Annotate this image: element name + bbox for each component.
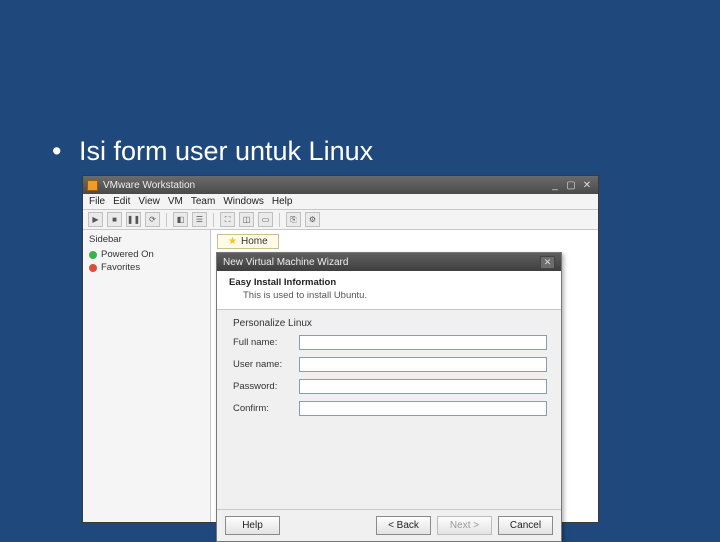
wizard-title: New Virtual Machine Wizard xyxy=(223,257,540,268)
user-name-input[interactable] xyxy=(299,357,547,372)
tab-home[interactable]: ★ Home xyxy=(217,234,279,249)
wizard-header-subtitle: This is used to install Ubuntu. xyxy=(229,290,551,301)
confirm-input[interactable] xyxy=(299,401,547,416)
toolbar-power-off-icon[interactable]: ■ xyxy=(107,212,122,227)
slide-bullet-text: Isi form user untuk Linux xyxy=(79,136,373,166)
toolbar-reset-icon[interactable]: ⟳ xyxy=(145,212,160,227)
toolbar-power-on-icon[interactable]: ▶ xyxy=(88,212,103,227)
wizard-body: Personalize Linux Full name: User name: … xyxy=(217,310,561,427)
menu-view[interactable]: View xyxy=(138,196,160,207)
status-dot-green-icon xyxy=(89,251,97,259)
toolbar-manage-icon[interactable]: ☰ xyxy=(192,212,207,227)
status-dot-red-icon xyxy=(89,264,97,272)
toolbar-fullscreen-icon[interactable]: ⛶ xyxy=(220,212,235,227)
window-minimize-button[interactable]: _ xyxy=(548,179,562,191)
slide-bullet: • Isi form user untuk Linux xyxy=(52,136,373,167)
sidebar-item-label: Favorites xyxy=(101,262,140,273)
toolbar: ▶ ■ ❚❚ ⟳ ◧ ☰ ⛶ ◫ ▭ ⎘ ⚙ xyxy=(83,210,598,230)
sidebar-item-label: Powered On xyxy=(101,249,154,260)
menu-edit[interactable]: Edit xyxy=(113,196,130,207)
menu-windows[interactable]: Windows xyxy=(223,196,264,207)
main-area: ★ Home New Virtual Machine Wizard ✕ Easy… xyxy=(211,230,598,522)
wizard-header-title: Easy Install Information xyxy=(229,277,551,288)
help-button[interactable]: Help xyxy=(225,516,280,535)
toolbar-snapshot-icon[interactable]: ◧ xyxy=(173,212,188,227)
sidebar: Sidebar Powered On Favorites xyxy=(83,230,211,522)
user-name-label: User name: xyxy=(233,359,299,370)
app-icon xyxy=(87,180,98,191)
sidebar-item-powered-on[interactable]: Powered On xyxy=(89,249,204,260)
toolbar-separator xyxy=(213,213,214,227)
new-vm-wizard-dialog: New Virtual Machine Wizard ✕ Easy Instal… xyxy=(216,252,562,542)
window-title: VMware Workstation xyxy=(103,180,548,191)
password-input[interactable] xyxy=(299,379,547,394)
vmware-window: VMware Workstation _ ▢ ✕ File Edit View … xyxy=(82,175,599,523)
toolbar-unity-icon[interactable]: ◫ xyxy=(239,212,254,227)
back-button[interactable]: < Back xyxy=(376,516,431,535)
window-titlebar: VMware Workstation _ ▢ ✕ xyxy=(83,176,598,194)
wizard-footer: Help < Back Next > Cancel xyxy=(217,509,561,541)
wizard-titlebar: New Virtual Machine Wizard ✕ xyxy=(217,253,561,271)
bullet-dot-icon: • xyxy=(52,136,61,166)
toolbar-separator xyxy=(166,213,167,227)
sidebar-item-favorites[interactable]: Favorites xyxy=(89,262,204,273)
toolbar-console-icon[interactable]: ▭ xyxy=(258,212,273,227)
confirm-label: Confirm: xyxy=(233,403,299,414)
menu-vm[interactable]: VM xyxy=(168,196,183,207)
toolbar-connect-icon[interactable]: ⎘ xyxy=(286,212,301,227)
wizard-section-label: Personalize Linux xyxy=(233,318,547,329)
toolbar-separator xyxy=(279,213,280,227)
wizard-header: Easy Install Information This is used to… xyxy=(217,271,561,310)
toolbar-suspend-icon[interactable]: ❚❚ xyxy=(126,212,141,227)
full-name-label: Full name: xyxy=(233,337,299,348)
password-label: Password: xyxy=(233,381,299,392)
toolbar-settings-icon[interactable]: ⚙ xyxy=(305,212,320,227)
menu-help[interactable]: Help xyxy=(272,196,293,207)
cancel-button[interactable]: Cancel xyxy=(498,516,553,535)
menubar: File Edit View VM Team Windows Help xyxy=(83,194,598,210)
sidebar-header: Sidebar xyxy=(89,234,204,245)
menu-file[interactable]: File xyxy=(89,196,105,207)
menu-team[interactable]: Team xyxy=(191,196,215,207)
window-maximize-button[interactable]: ▢ xyxy=(564,179,578,191)
star-icon: ★ xyxy=(228,236,237,247)
full-name-input[interactable] xyxy=(299,335,547,350)
wizard-close-button[interactable]: ✕ xyxy=(540,256,555,269)
next-button[interactable]: Next > xyxy=(437,516,492,535)
window-close-button[interactable]: ✕ xyxy=(580,179,594,191)
tab-label: Home xyxy=(241,236,268,247)
